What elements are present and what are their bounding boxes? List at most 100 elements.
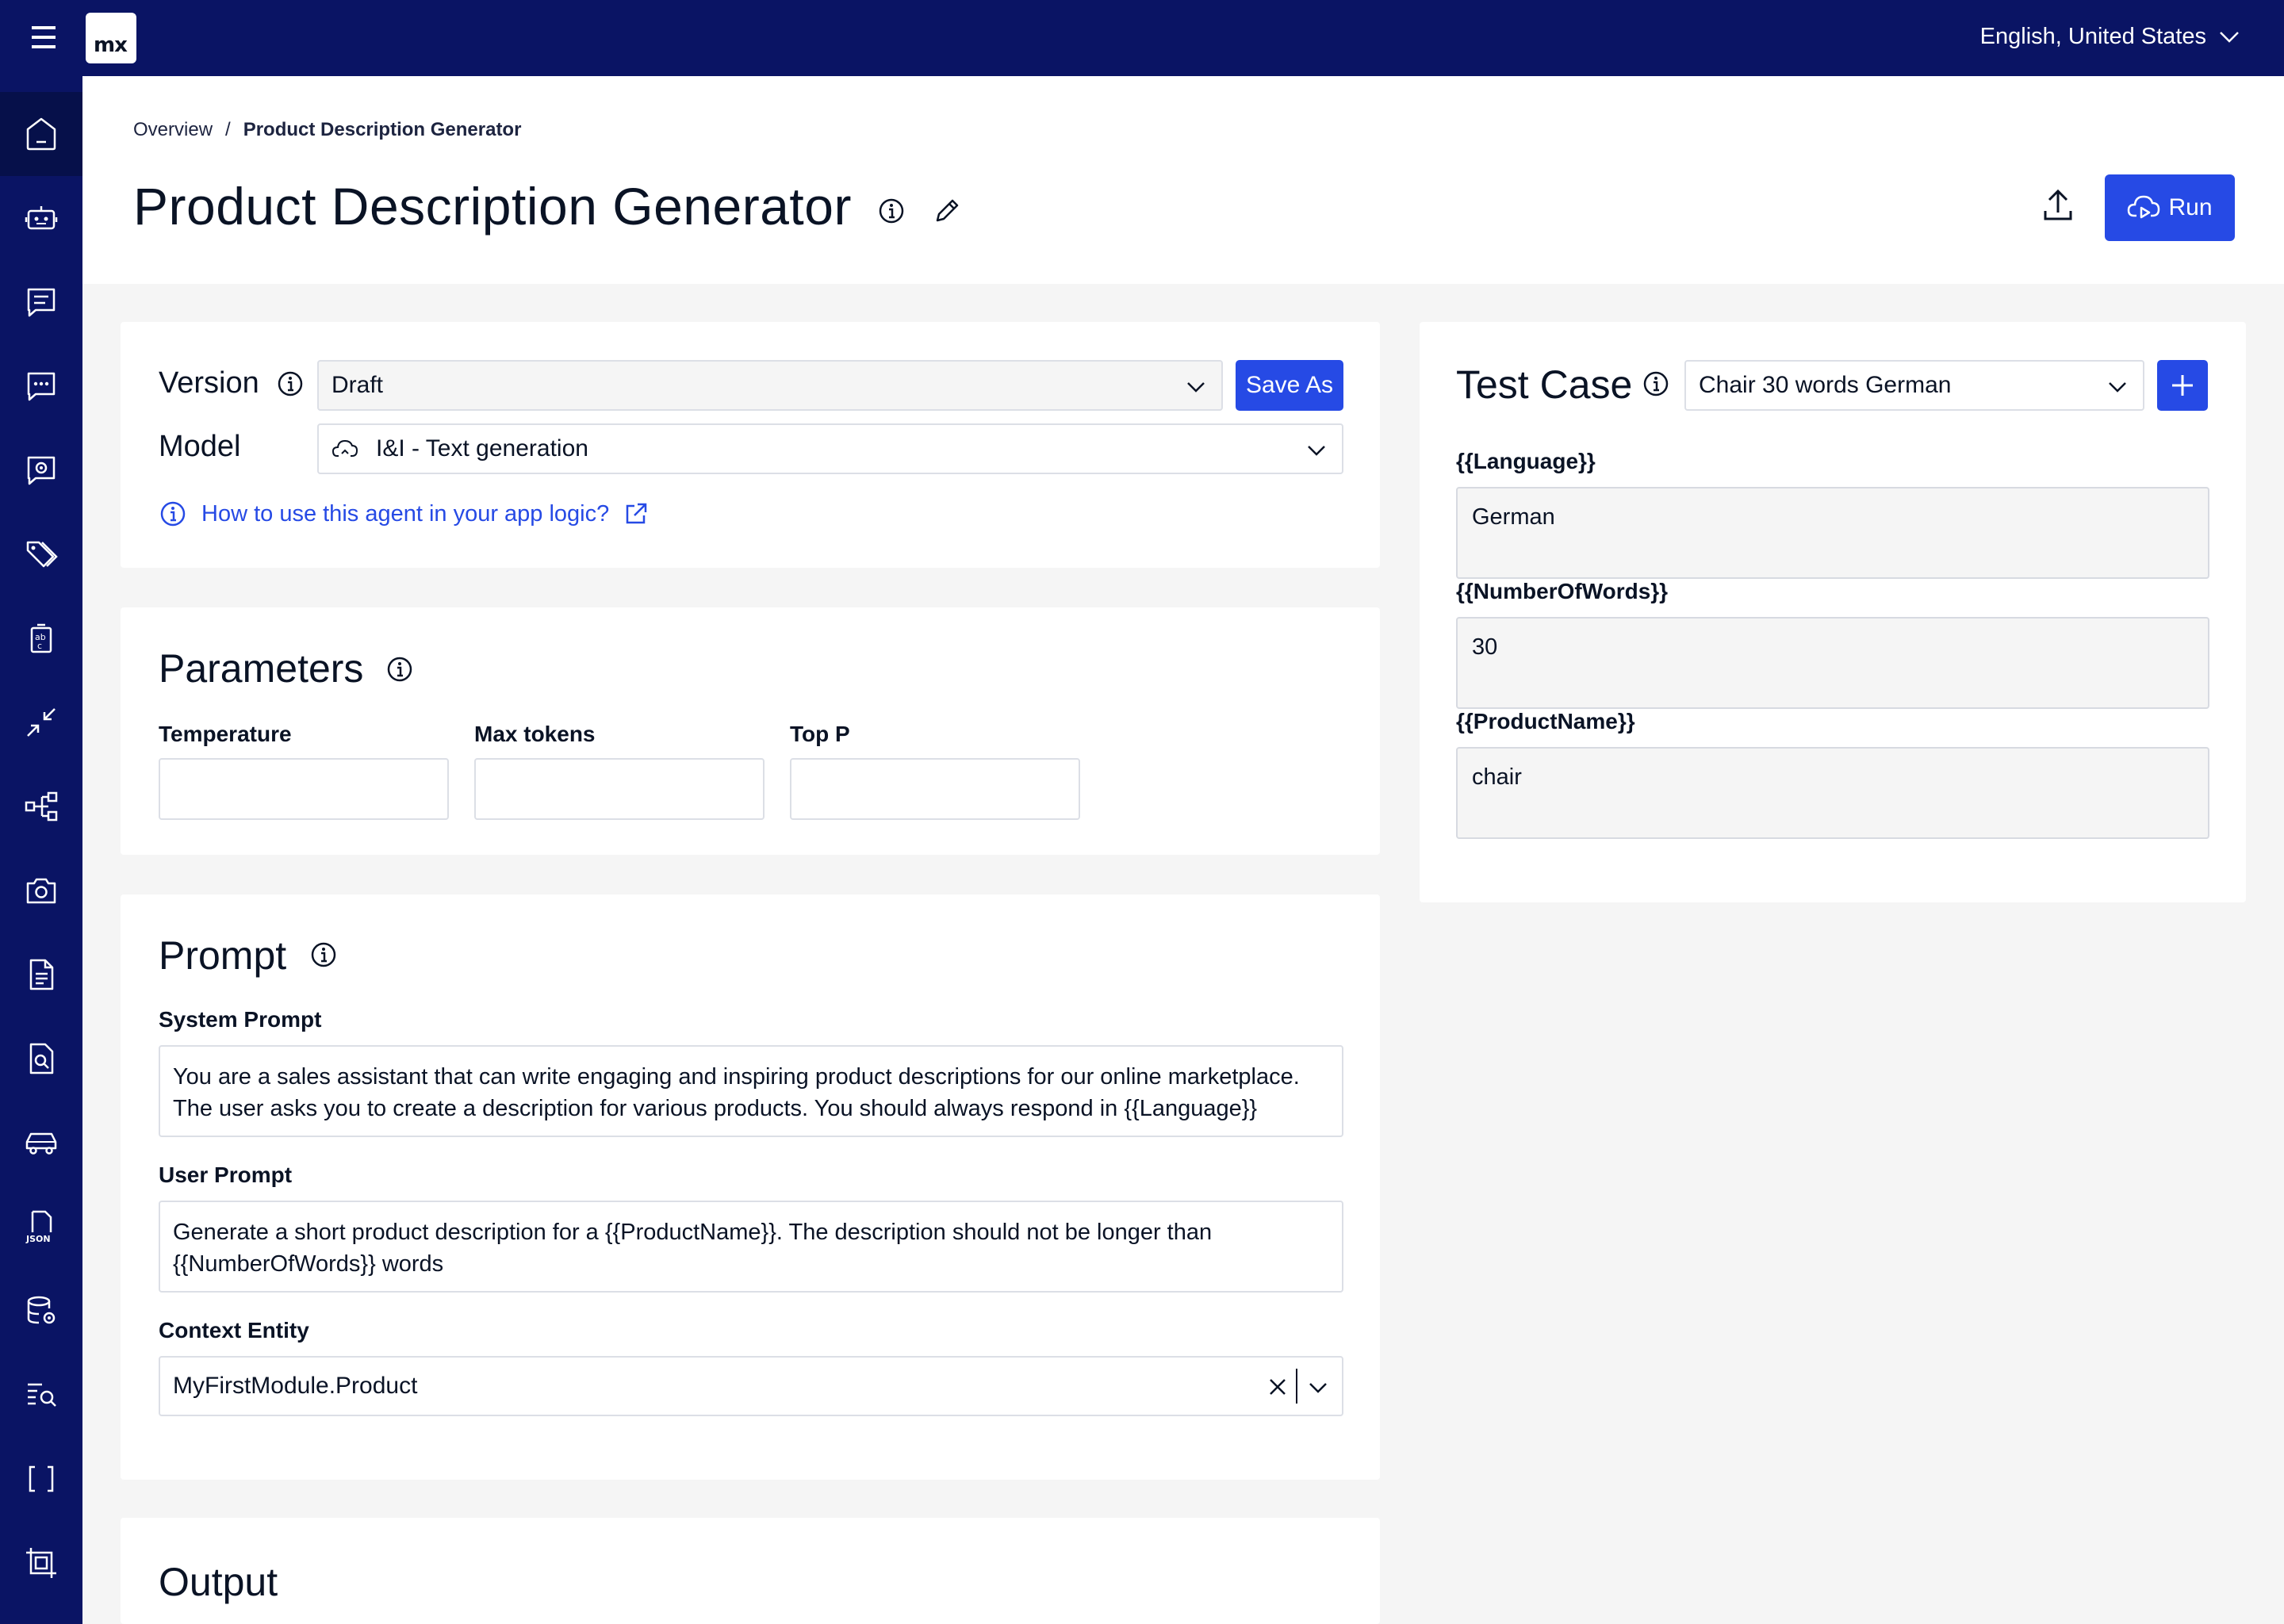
page-header: Overview / Product Description Generator… [82,76,2284,284]
page-title: Product Description Generator [133,177,852,236]
breadcrumb-overview-link[interactable]: Overview [133,119,213,141]
model-select-value: I&I - Text generation [376,435,588,462]
robot-icon [25,206,58,230]
top-p-input[interactable] [790,758,1080,820]
json-file-icon: JSON [25,1210,52,1244]
chat-dots-icon [27,372,56,401]
context-entity-label: Context Entity [159,1318,309,1342]
sidebar-item-home[interactable] [0,92,82,176]
sidebar-item-text-tools[interactable]: ab c [0,596,82,680]
sidebar-item-vehicles[interactable] [0,1101,82,1185]
breadcrumb-separator: / [225,119,231,140]
variable-language-input[interactable]: German [1456,487,2209,579]
prompt-info-icon[interactable] [309,940,338,969]
sidebar-item-documents[interactable] [0,933,82,1017]
abc-clipboard-icon: abc [30,623,52,653]
variable-product-name-label: {{ProductName}} [1456,709,1635,733]
sidebar-item-json[interactable]: JSON [0,1185,82,1269]
system-prompt-input[interactable]: You are a sales assistant that can write… [159,1045,1343,1137]
user-prompt-label: User Prompt [159,1162,293,1187]
sidebar-item-conversations[interactable] [0,344,82,428]
context-entity-select[interactable]: MyFirstModule.Product [159,1356,1343,1416]
system-prompt-label: System Prompt [159,1007,322,1032]
camera-icon [26,878,56,904]
export-button[interactable] [2041,187,2075,224]
document-icon [29,959,54,990]
temperature-input[interactable] [159,758,449,820]
sidebar-item-list-search[interactable] [0,1353,82,1437]
version-select[interactable]: Draft [317,360,1223,411]
chevron-down-icon [2220,31,2239,43]
sidebar-item-images[interactable] [0,848,82,933]
max-tokens-input[interactable] [474,758,765,820]
sidebar-item-agents[interactable] [0,176,82,260]
context-entity-value: MyFirstModule.Product [173,1373,418,1399]
max-tokens-label: Max tokens [474,722,596,746]
title-info-icon[interactable] [877,197,906,225]
database-gear-icon [27,1296,56,1324]
config-card: Version Draft Save As Model I&I - Text g… [121,322,1380,568]
tags-icon [26,541,58,568]
chat-gear-icon [27,456,56,485]
user-prompt-input[interactable]: Generate a short product description for… [159,1201,1343,1293]
clear-icon[interactable] [1267,1377,1288,1397]
add-test-case-button[interactable] [2157,360,2208,411]
output-card: Output [121,1518,1380,1624]
version-label: Version [159,366,259,400]
run-button[interactable]: Run [2105,174,2235,241]
sidebar-item-chat-settings[interactable] [0,428,82,512]
breadcrumb-current: Product Description Generator [243,119,522,140]
sidebar-item-workflows[interactable] [0,764,82,848]
hamburger-menu-icon[interactable] [29,22,59,52]
sidebar-item-compress[interactable] [0,680,82,764]
prompt-card: Prompt System Prompt You are a sales ass… [121,894,1380,1480]
version-info-icon[interactable] [276,370,305,398]
sidebar-item-chat[interactable] [0,260,82,344]
test-case-select[interactable]: Chair 30 words German [1684,360,2144,411]
top-p-label: Top P [790,722,850,746]
chevron-down-icon [1308,446,1325,456]
sidebar-item-select-area[interactable] [0,1521,82,1605]
list-search-icon [28,1383,56,1407]
sidebar-item-tags[interactable] [0,512,82,596]
language-selector[interactable]: English, United States [1980,24,2240,50]
cloud-icon [331,439,358,457]
svg-text:c: c [37,641,42,651]
parameters-heading: Parameters [159,646,364,691]
variable-number-of-words-label: {{NumberOfWords}} [1456,579,1669,603]
info-icon [160,501,186,527]
agent-help-text: How to use this agent in your app logic? [201,500,610,527]
car-icon [25,1132,57,1155]
brackets-icon [29,1465,54,1492]
chevron-down-icon [1187,382,1205,393]
document-search-icon [29,1043,54,1074]
sidebar: ab c JSON [0,76,82,1624]
sidebar-item-arrays[interactable] [0,1437,82,1521]
edit-title-icon[interactable] [931,195,963,227]
app-logo[interactable]: mx [86,13,136,63]
chat-lines-icon [27,288,56,317]
test-case-heading: Test Case [1456,362,1633,407]
variable-number-of-words-input[interactable]: 30 [1456,617,2209,709]
model-label: Model [159,430,241,463]
hierarchy-icon [25,791,58,822]
sidebar-item-document-search[interactable] [0,1017,82,1101]
home-icon [26,117,56,151]
test-case-info-icon[interactable] [1642,370,1670,398]
test-case-card: Test Case Chair 30 words German {{Langua… [1420,322,2246,902]
test-case-select-value: Chair 30 words German [1699,372,1952,398]
external-link-icon [627,503,647,524]
model-select[interactable]: I&I - Text generation [317,423,1343,474]
sidebar-item-data-settings[interactable] [0,1269,82,1353]
save-as-button[interactable]: Save As [1236,360,1343,411]
collapse-arrows-icon [27,708,56,737]
parameters-card: Parameters Temperature Max tokens Top P [121,607,1380,855]
temperature-label: Temperature [159,722,292,746]
agent-help-link[interactable]: How to use this agent in your app logic? [159,500,649,528]
version-select-value: Draft [331,372,384,398]
svg-text:JSON: JSON [25,1234,51,1244]
parameters-info-icon[interactable] [385,655,414,684]
variable-product-name-input[interactable]: chair [1456,747,2209,839]
chevron-down-icon[interactable] [1307,1377,1329,1399]
plus-icon [2172,375,2193,396]
